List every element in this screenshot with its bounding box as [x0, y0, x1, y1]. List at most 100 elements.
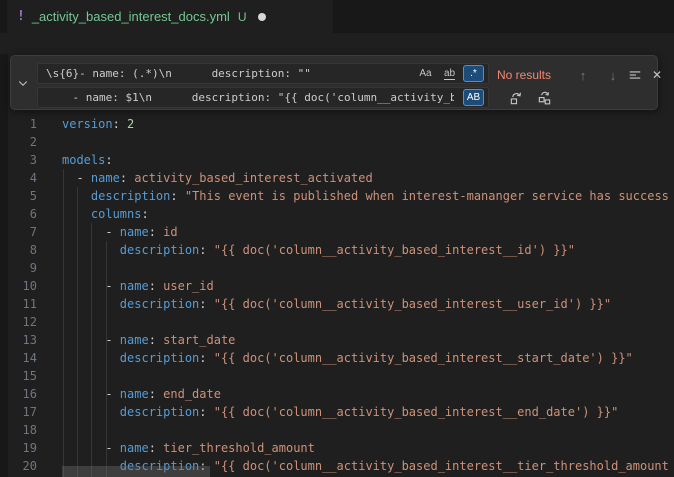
line-number[interactable]: 20 — [8, 457, 37, 475]
line-number[interactable]: 10 — [8, 277, 37, 295]
code-line: 10 - name: user_id — [8, 277, 674, 295]
code-token: : — [149, 225, 163, 239]
find-in-selection-icon[interactable] — [625, 65, 645, 85]
replace-input[interactable] — [37, 87, 489, 108]
code-line-text[interactable]: description: "{{ doc('column__activity_b… — [62, 241, 575, 259]
line-number[interactable]: 8 — [8, 241, 37, 259]
code-token: : — [149, 279, 163, 293]
code-token: "{{ doc('column__activity_based_interest… — [214, 243, 575, 257]
line-number[interactable]: 5 — [8, 187, 37, 205]
code-token: columns — [91, 207, 142, 221]
code-line: 5 description: "This event is published … — [8, 187, 674, 205]
line-number[interactable]: 17 — [8, 403, 37, 421]
line-number[interactable]: 16 — [8, 385, 37, 403]
replace-all-button-icon[interactable] — [534, 88, 554, 108]
code-token: name — [91, 171, 120, 185]
code-token: : — [149, 441, 163, 455]
code-line: 13 - name: start_date — [8, 331, 674, 349]
line-number[interactable]: 14 — [8, 349, 37, 367]
code-token: name — [120, 387, 149, 401]
toggle-replace-chevron-icon[interactable] — [15, 75, 31, 91]
line-number[interactable]: 18 — [8, 421, 37, 439]
next-match-icon[interactable]: ↓ — [603, 65, 623, 85]
line-number[interactable]: 11 — [8, 295, 37, 313]
code-line-text[interactable]: description: "{{ doc('column__activity_b… — [62, 349, 633, 367]
code-line: 8 description: "{{ doc('column__activity… — [8, 241, 674, 259]
code-token: end_date — [163, 387, 221, 401]
code-token: "{{ doc('column__activity_based_interest… — [214, 351, 633, 365]
tab-activity-based-interest-docs[interactable]: ! _activity_based_interest_docs.yml U — [7, 0, 333, 33]
code-token: activity_based_interest_activated — [134, 171, 372, 185]
line-number[interactable]: 6 — [8, 205, 37, 223]
modified-dot-icon[interactable] — [258, 13, 266, 21]
code-token: : — [105, 153, 112, 167]
line-number[interactable]: 9 — [8, 259, 37, 277]
code-line: 19 - name: tier_threshold_amount — [8, 439, 674, 457]
code-token: : — [199, 297, 213, 311]
line-number[interactable]: 15 — [8, 367, 37, 385]
code-line: 12 — [8, 313, 674, 331]
line-number[interactable]: 3 — [8, 151, 37, 169]
code-line-text[interactable]: columns: — [62, 205, 149, 223]
line-number[interactable]: 2 — [8, 133, 37, 151]
code-area: 1version: 223models:4 - name: activity_b… — [8, 112, 674, 477]
code-token: id — [163, 225, 177, 239]
code-token: : — [199, 243, 213, 257]
line-number[interactable]: 1 — [8, 115, 37, 133]
code-line-text[interactable]: description: "This event is published wh… — [62, 187, 669, 205]
indent-guide — [91, 223, 92, 477]
line-number[interactable]: 12 — [8, 313, 37, 331]
code-token: start_date — [163, 333, 235, 347]
code-line-text[interactable]: - name: id — [62, 223, 178, 241]
code-line: 7 - name: id — [8, 223, 674, 241]
code-line: 11 description: "{{ doc('column__activit… — [8, 295, 674, 313]
horizontal-scrollbar[interactable] — [62, 466, 210, 477]
code-token: : — [199, 351, 213, 365]
code-token: : — [120, 171, 134, 185]
line-number[interactable]: 7 — [8, 223, 37, 241]
previous-match-icon[interactable]: ↑ — [573, 65, 593, 85]
match-case-button[interactable]: Aa — [415, 65, 436, 82]
line-number[interactable]: 13 — [8, 331, 37, 349]
tab-title: _activity_based_interest_docs.yml — [32, 9, 230, 24]
code-lines: 1version: 223models:4 - name: activity_b… — [8, 115, 674, 475]
code-token: : — [113, 117, 127, 131]
tab-bar: ! _activity_based_interest_docs.yml U — [0, 0, 674, 33]
code-token: name — [120, 441, 149, 455]
line-number[interactable]: 19 — [8, 439, 37, 457]
code-line-text[interactable]: description: "{{ doc('column__activity_b… — [62, 403, 618, 421]
code-token: "{{ doc('column__activity_based_interest… — [214, 297, 611, 311]
code-line: 6 columns: — [8, 205, 674, 223]
code-token: : — [149, 387, 163, 401]
find-widget: Aa ab .* No results ↑ ↓ ✕ AB — [10, 55, 658, 110]
close-find-icon[interactable]: ✕ — [647, 65, 667, 85]
code-token: : — [149, 333, 163, 347]
code-line-text[interactable]: - name: tier_threshold_amount — [62, 439, 315, 457]
whole-word-label: ab — [444, 68, 455, 80]
code-token: 2 — [127, 117, 134, 131]
replace-button-icon[interactable] — [506, 88, 526, 108]
code-line: 1 version: 2 — [8, 115, 674, 133]
regex-button[interactable]: .* — [463, 65, 484, 82]
yaml-file-icon: ! — [17, 9, 25, 24]
code-line-text[interactable]: - name: user_id — [62, 277, 214, 295]
code-line: 14 description: "{{ doc('column__activit… — [8, 349, 674, 367]
code-token: description — [120, 297, 199, 311]
code-line-text[interactable]: - name: start_date — [62, 331, 235, 349]
code-token: "{{ doc('column__activity_based_interest… — [214, 405, 619, 419]
code-line: 17 description: "{{ doc('column__activit… — [8, 403, 674, 421]
code-line: 2 — [8, 133, 674, 151]
code-line: 4 - name: activity_based_interest_activa… — [8, 169, 674, 187]
code-line-text[interactable]: - name: end_date — [62, 385, 221, 403]
git-untracked-badge: U — [238, 10, 247, 24]
code-line-text[interactable]: version: 2 — [62, 115, 134, 133]
whole-word-button[interactable]: ab — [439, 65, 460, 82]
find-results-status: No results — [497, 68, 551, 82]
indent-guide — [106, 241, 107, 477]
code-line-text[interactable]: description: "{{ doc('column__activity_b… — [62, 295, 611, 313]
code-line-text[interactable]: models: — [62, 151, 113, 169]
preserve-case-button[interactable]: AB — [463, 89, 484, 106]
code-token: "This event is published when interest-m… — [185, 189, 669, 203]
code-line-text[interactable]: - name: activity_based_interest_activate… — [62, 169, 373, 187]
line-number[interactable]: 4 — [8, 169, 37, 187]
